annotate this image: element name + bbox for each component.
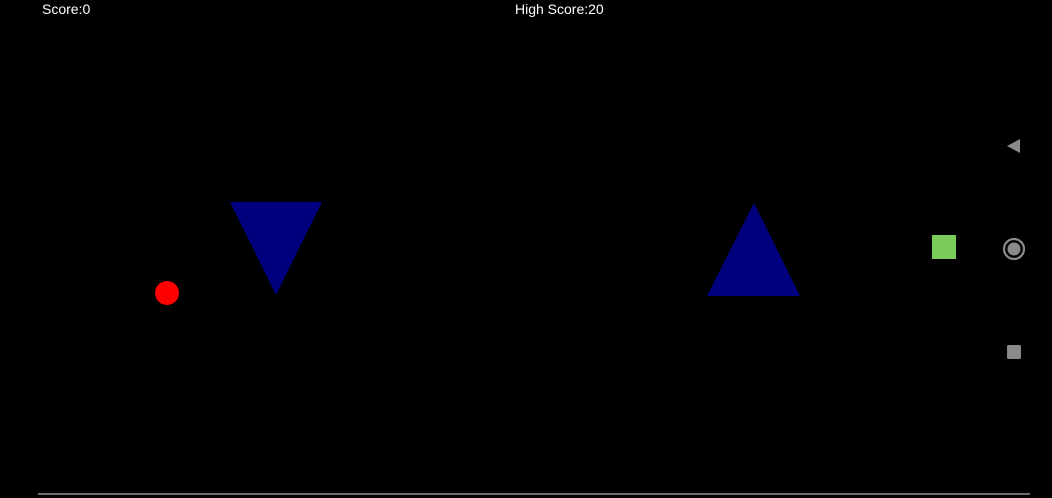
obstacle-down-triangle bbox=[230, 202, 322, 295]
back-icon bbox=[1007, 139, 1020, 153]
obstacle-up-triangle bbox=[707, 203, 800, 296]
pickup-square bbox=[932, 235, 956, 259]
recents-button[interactable] bbox=[998, 336, 1030, 368]
home-button[interactable] bbox=[998, 233, 1030, 265]
game-canvas[interactable] bbox=[0, 0, 1052, 498]
player-ball bbox=[155, 281, 179, 305]
back-button[interactable] bbox=[998, 130, 1030, 162]
game-screen[interactable]: Score:0 High Score:20 bbox=[0, 0, 1052, 498]
system-nav-bar bbox=[992, 0, 1052, 498]
home-icon bbox=[1002, 237, 1026, 261]
recents-icon bbox=[1007, 345, 1021, 359]
ground-line bbox=[38, 493, 1030, 495]
